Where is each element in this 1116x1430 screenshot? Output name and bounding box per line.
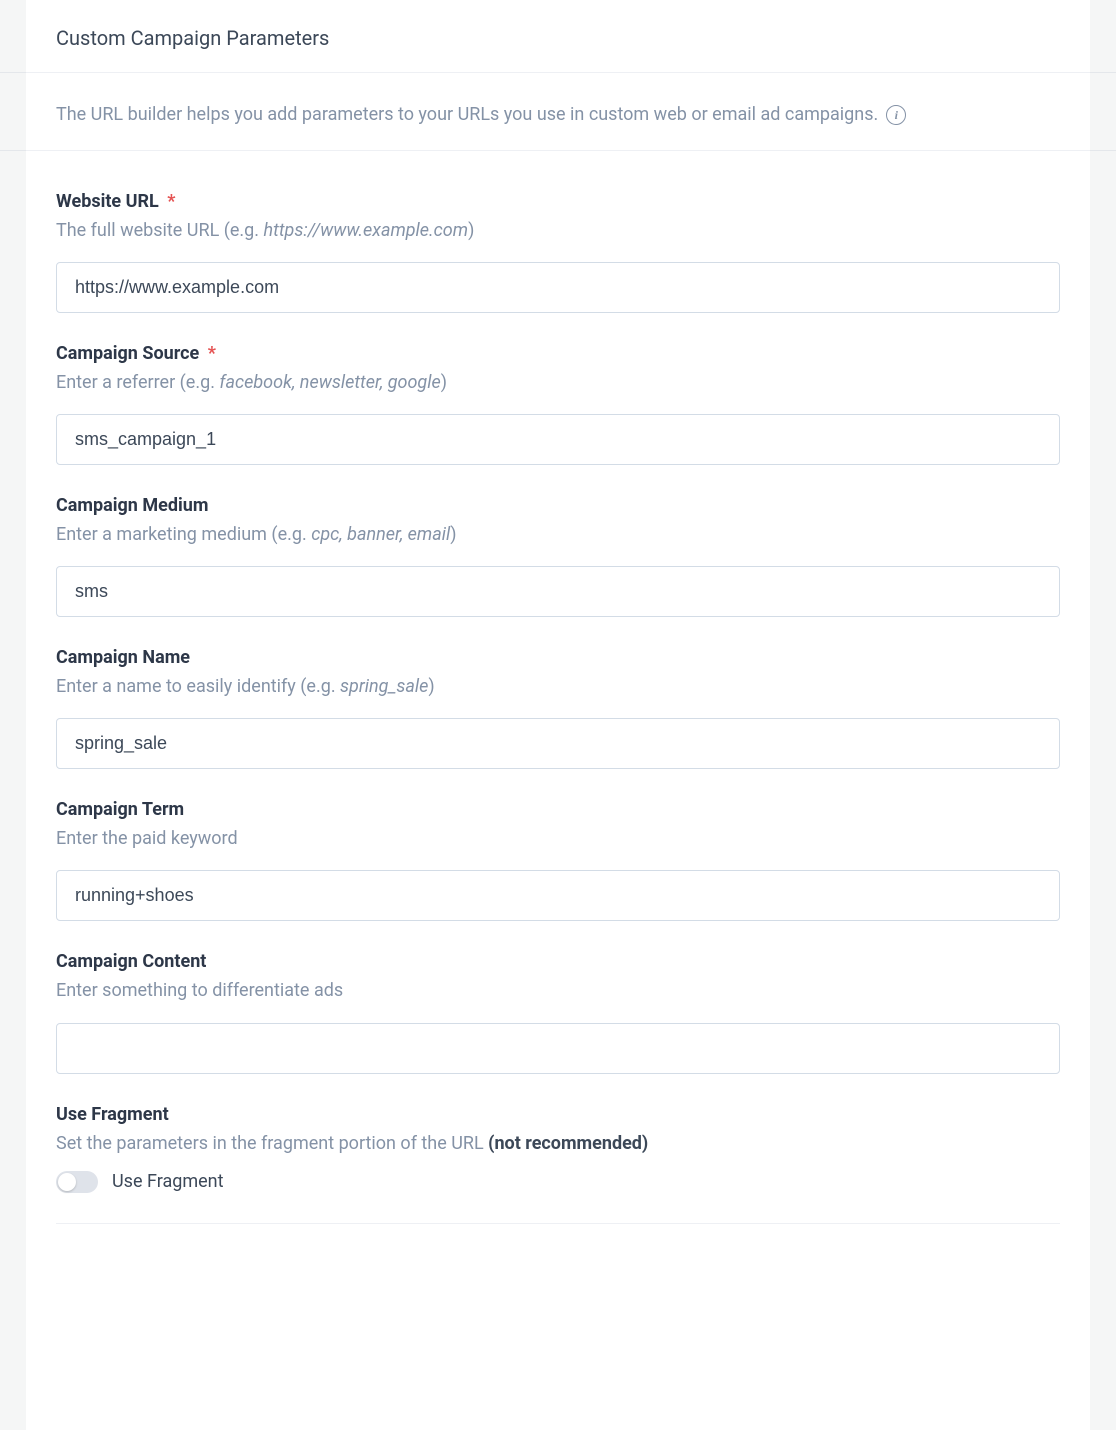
info-icon[interactable]: i xyxy=(886,105,906,125)
card-header: Custom Campaign Parameters xyxy=(0,0,1116,73)
fields-container: Website URL * The full website URL (e.g.… xyxy=(0,151,1116,1224)
use-fragment-toggle-label: Use Fragment xyxy=(112,1171,224,1192)
campaign-content-label-text: Campaign Content xyxy=(56,951,206,972)
campaign-source-label-text: Campaign Source xyxy=(56,343,199,364)
campaign-source-help-example: facebook, newsletter, google xyxy=(219,372,440,393)
website-url-help-suffix: ) xyxy=(468,220,474,241)
required-indicator: * xyxy=(167,191,175,212)
field-campaign-content: Campaign Content Enter something to diff… xyxy=(56,921,1060,1073)
website-url-input[interactable] xyxy=(56,262,1060,313)
use-fragment-help: Set the parameters in the fragment porti… xyxy=(56,1131,1060,1157)
field-use-fragment: Use Fragment Set the parameters in the f… xyxy=(56,1074,1060,1193)
campaign-name-input[interactable] xyxy=(56,718,1060,769)
use-fragment-toggle-row: Use Fragment xyxy=(56,1171,1060,1193)
campaign-name-help-example: spring_sale xyxy=(340,676,428,697)
campaign-term-input[interactable] xyxy=(56,870,1060,921)
campaign-source-help-prefix: Enter a referrer (e.g. xyxy=(56,372,219,393)
field-website-url: Website URL * The full website URL (e.g.… xyxy=(56,161,1060,313)
card-title: Custom Campaign Parameters xyxy=(56,26,329,50)
campaign-medium-help-suffix: ) xyxy=(450,524,456,545)
website-url-help-example: https://www.example.com xyxy=(264,220,469,241)
campaign-name-help-prefix: Enter a name to easily identify (e.g. xyxy=(56,676,340,697)
campaign-medium-help: Enter a marketing medium (e.g. cpc, bann… xyxy=(56,522,1060,548)
campaign-medium-input[interactable] xyxy=(56,566,1060,617)
campaign-parameters-card: Custom Campaign Parameters The URL build… xyxy=(0,0,1116,1430)
website-url-help: The full website URL (e.g. https://www.e… xyxy=(56,218,1060,244)
campaign-content-input[interactable] xyxy=(56,1023,1060,1074)
campaign-name-label: Campaign Name xyxy=(56,647,1060,668)
use-fragment-help-prefix: Set the parameters in the fragment porti… xyxy=(56,1133,488,1154)
campaign-content-help-text: Enter something to differentiate ads xyxy=(56,980,343,1001)
campaign-content-label: Campaign Content xyxy=(56,951,1060,972)
field-campaign-source: Campaign Source * Enter a referrer (e.g.… xyxy=(56,313,1060,465)
use-fragment-toggle[interactable] xyxy=(56,1171,98,1193)
campaign-name-help: Enter a name to easily identify (e.g. sp… xyxy=(56,674,1060,700)
toggle-knob-icon xyxy=(58,1173,76,1191)
use-fragment-label-text: Use Fragment xyxy=(56,1104,169,1125)
required-indicator: * xyxy=(208,343,216,364)
campaign-medium-help-prefix: Enter a marketing medium (e.g. xyxy=(56,524,311,545)
campaign-name-label-text: Campaign Name xyxy=(56,647,190,668)
campaign-term-help-text: Enter the paid keyword xyxy=(56,828,238,849)
campaign-source-help-suffix: ) xyxy=(441,372,447,393)
website-url-help-prefix: The full website URL (e.g. xyxy=(56,220,264,241)
campaign-source-label: Campaign Source * xyxy=(56,343,1060,364)
field-campaign-name: Campaign Name Enter a name to easily ide… xyxy=(56,617,1060,769)
campaign-term-label-text: Campaign Term xyxy=(56,799,184,820)
website-url-label-text: Website URL xyxy=(56,191,159,212)
use-fragment-help-bold: (not recommended) xyxy=(488,1133,648,1154)
campaign-medium-label-text: Campaign Medium xyxy=(56,495,208,516)
section-divider xyxy=(56,1223,1060,1224)
use-fragment-label: Use Fragment xyxy=(56,1104,1060,1125)
campaign-source-input[interactable] xyxy=(56,414,1060,465)
campaign-term-label: Campaign Term xyxy=(56,799,1060,820)
field-campaign-term: Campaign Term Enter the paid keyword xyxy=(56,769,1060,921)
website-url-label: Website URL * xyxy=(56,191,1060,212)
intro-section: The URL builder helps you add parameters… xyxy=(0,73,1116,151)
campaign-medium-help-example: cpc, banner, email xyxy=(311,524,450,545)
campaign-term-help: Enter the paid keyword xyxy=(56,826,1060,852)
campaign-content-help: Enter something to differentiate ads xyxy=(56,978,1060,1004)
field-campaign-medium: Campaign Medium Enter a marketing medium… xyxy=(56,465,1060,617)
campaign-medium-label: Campaign Medium xyxy=(56,495,1060,516)
intro-text: The URL builder helps you add parameters… xyxy=(56,101,878,128)
campaign-name-help-suffix: ) xyxy=(428,676,434,697)
campaign-source-help: Enter a referrer (e.g. facebook, newslet… xyxy=(56,370,1060,396)
